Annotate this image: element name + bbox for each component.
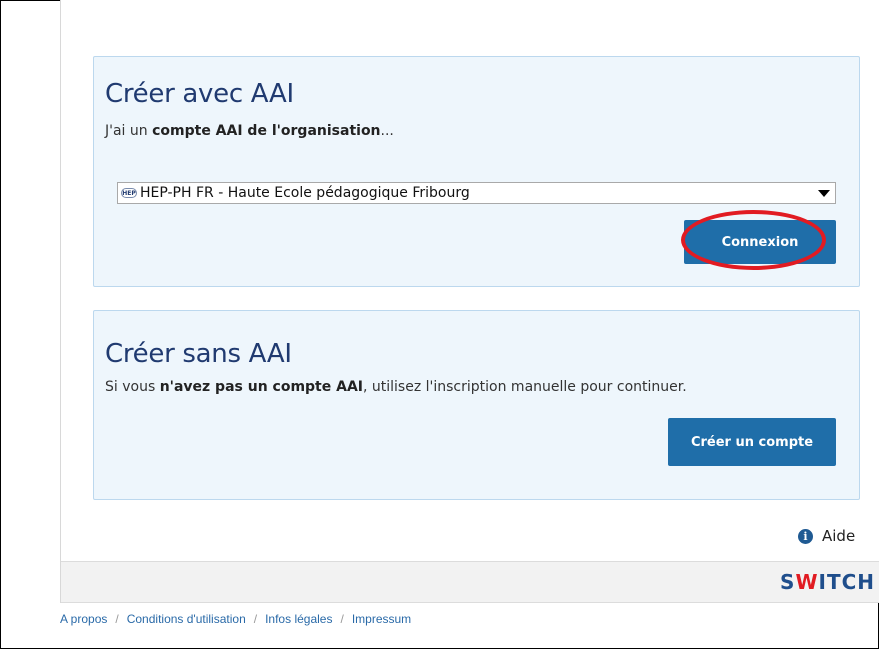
organization-select-value: HEP-PH FR - Haute Ecole pédagogique Frib… [140, 185, 470, 201]
manual-registration-panel: Créer sans AAI Si vous n'avez pas un com… [93, 310, 860, 500]
info-icon: i [798, 528, 813, 544]
switch-logo-s: S [780, 570, 796, 594]
help-label: Aide [822, 527, 856, 545]
no-aai-text-suffix: , utilisez l'inscription manuelle pour c… [363, 379, 687, 395]
no-aai-panel-description: Si vous n'avez pas un compte AAI, utilis… [105, 379, 687, 395]
create-account-button[interactable]: Créer un compte [668, 418, 836, 466]
no-aai-text-prefix: Si vous [105, 379, 160, 395]
footer-link-legal[interactable]: Infos légales [265, 612, 332, 626]
footer-links: A propos / Conditions d'utilisation / In… [60, 612, 411, 626]
footer-separator: / [115, 612, 119, 626]
aai-text-bold: compte AAI de l'organisation [152, 123, 381, 139]
switch-logo-w: W [795, 570, 819, 594]
page-container: Créer avec AAI J'ai un compte AAI de l'o… [60, 0, 880, 603]
organization-select[interactable]: HEP HEP-PH FR - Haute Ecole pédagogique … [117, 182, 836, 204]
aai-panel-title: Créer avec AAI [105, 79, 294, 109]
no-aai-text-bold: n'avez pas un compte AAI [159, 379, 363, 395]
aai-text-prefix: J'ai un [105, 123, 153, 139]
footer-link-terms[interactable]: Conditions d'utilisation [127, 612, 246, 626]
footer-bar: SWITCH [61, 561, 879, 603]
help-link[interactable]: i Aide [798, 527, 855, 545]
aai-panel-description: J'ai un compte AAI de l'organisation... [105, 123, 394, 139]
aai-text-suffix: ... [380, 123, 394, 139]
footer-separator: / [340, 612, 344, 626]
footer-separator: / [253, 612, 258, 626]
aai-login-panel: Créer avec AAI J'ai un compte AAI de l'o… [93, 56, 860, 287]
connexion-button[interactable]: Connexion [684, 220, 836, 264]
footer-link-imprint[interactable]: Impressum [352, 612, 411, 626]
switch-logo: SWITCH [780, 570, 875, 594]
footer-link-about[interactable]: A propos [60, 612, 107, 626]
switch-logo-itch: ITCH [818, 570, 875, 594]
dropdown-arrow-icon[interactable] [813, 183, 835, 203]
no-aai-panel-title: Créer sans AAI [105, 339, 292, 369]
organization-logo-icon: HEP [121, 188, 137, 198]
